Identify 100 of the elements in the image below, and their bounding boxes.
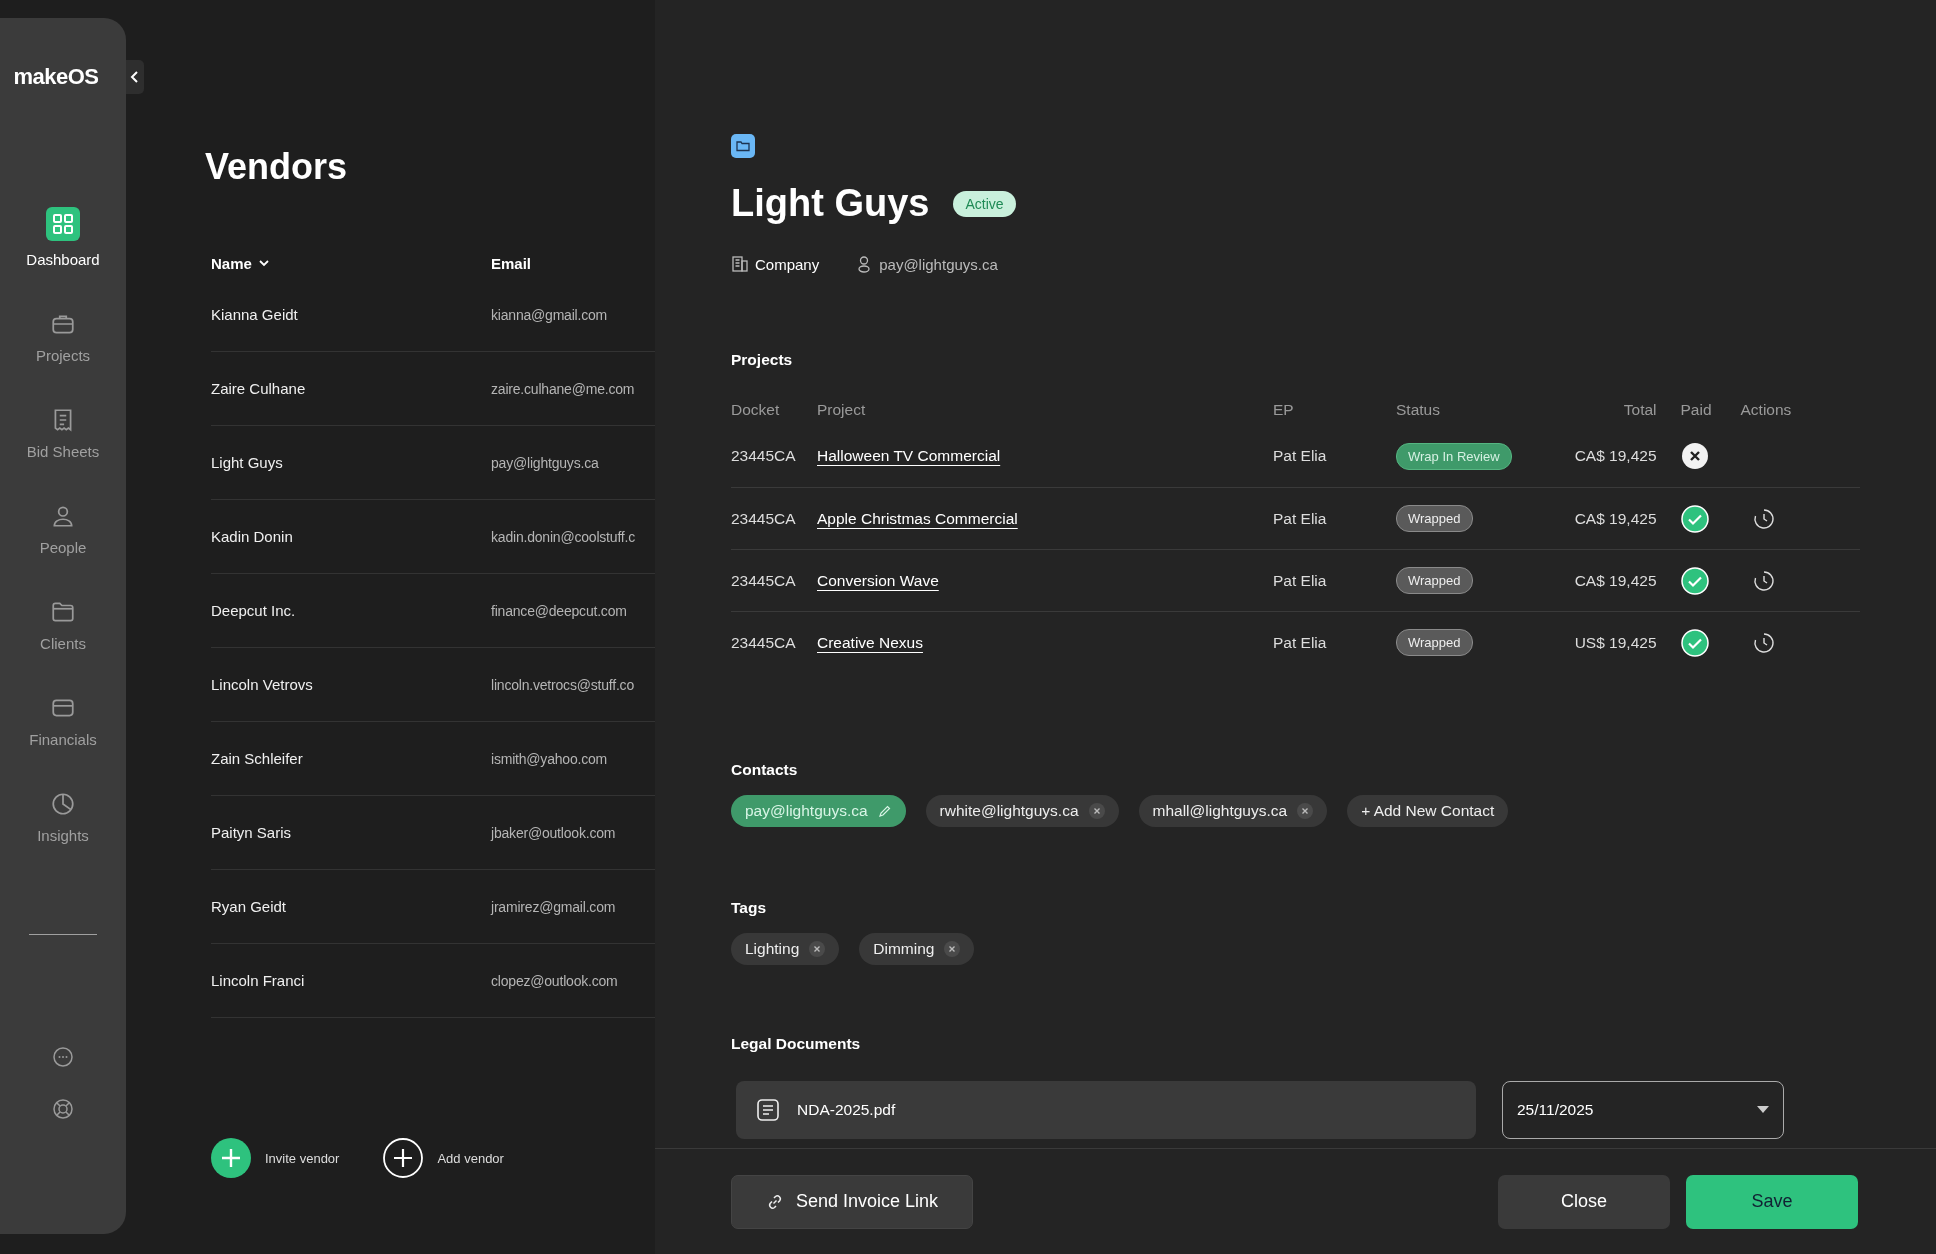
total-cell: CA$ 19,425 <box>1574 509 1657 527</box>
nav-item[interactable]: Projects <box>26 296 100 364</box>
vendor-email: pay@lightguys.ca <box>879 255 998 273</box>
brand-logo: makeOS <box>13 64 99 90</box>
close-button[interactable]: Close <box>1498 1174 1670 1229</box>
status-badge: Active <box>953 190 1016 217</box>
vendor-name[interactable]: Kadin Donin <box>211 528 491 545</box>
project-link[interactable]: Apple Christmas Commercial <box>817 509 1018 527</box>
column-header: Status <box>1396 401 1441 420</box>
project-link[interactable]: Conversion Wave <box>817 571 939 589</box>
docket-cell: 23445CA <box>731 633 796 651</box>
send-invoice-link-button[interactable]: Send Invoice Link <box>731 1174 974 1229</box>
grid-icon <box>46 207 80 241</box>
pencil-icon[interactable] <box>877 804 892 818</box>
vendor-name[interactable]: Lincoln Vetrovs <box>211 676 491 693</box>
project-link[interactable]: Halloween TV Commercial <box>817 447 1001 464</box>
vendor-email: clopez@outlook.com <box>491 972 618 989</box>
save-button[interactable]: Save <box>1686 1174 1858 1229</box>
nav-item[interactable]: Insights <box>26 776 100 844</box>
invite-vendor-button[interactable]: Invite vendor <box>211 1138 340 1178</box>
vendor-name[interactable]: Zaire Culhane <box>211 380 491 397</box>
clock-icon[interactable] <box>1752 507 1775 530</box>
add-contact-button[interactable]: + Add New Contact <box>1347 795 1509 827</box>
nav-item[interactable]: People <box>26 488 100 556</box>
link-icon <box>766 1192 784 1211</box>
vendor-name[interactable]: Kianna Geidt <box>211 306 491 323</box>
docket-cell: 23445CA <box>731 571 796 589</box>
contact-chip[interactable]: mhall@lightguys.ca <box>1138 795 1328 827</box>
building-icon <box>731 255 749 273</box>
lifebuoy-icon[interactable] <box>51 1097 75 1121</box>
docket-cell: 23445CA <box>731 447 796 464</box>
vendor-email: finance@deepcut.com <box>491 602 627 619</box>
document-field[interactable]: NDA-2025.pdf <box>736 1081 1476 1139</box>
vendor-email: zaire.culhane@me.com <box>491 380 635 397</box>
remove-icon[interactable] <box>809 941 826 957</box>
ep-cell: Pat Elia <box>1273 447 1327 464</box>
ep-cell: Pat Elia <box>1273 571 1327 589</box>
vendor-name[interactable]: Ryan Geidt <box>211 898 491 915</box>
column-header: Total <box>1511 401 1681 425</box>
collapse-button[interactable] <box>126 60 144 94</box>
column-header: Paid <box>1680 401 1741 425</box>
vendor-email: kianna@gmail.com <box>491 306 608 323</box>
vendor-email: lincoln.vetrocs@stuff.co <box>491 676 634 693</box>
total-cell: CA$ 19,425 <box>1574 571 1657 589</box>
vendor-name[interactable]: Zain Schleifer <box>211 750 491 767</box>
chat-icon[interactable] <box>51 1045 75 1069</box>
nav-item[interactable]: Financials <box>26 680 100 748</box>
vendor-email: jramirez@gmail.com <box>491 898 616 915</box>
column-header[interactable]: Email <box>491 254 532 272</box>
pie-chart-icon <box>50 791 76 817</box>
vendor-name[interactable]: Paityn Saris <box>211 824 491 841</box>
nav-item[interactable]: Bid Sheets <box>26 392 100 460</box>
add-vendor-button[interactable]: Add vendor <box>383 1138 504 1178</box>
chevron-down-icon <box>257 257 270 269</box>
plus-circle-icon <box>383 1138 424 1178</box>
document-icon <box>755 1097 781 1123</box>
section-heading: Legal Documents <box>731 1035 862 1053</box>
column-header: Docket <box>731 401 781 420</box>
docket-cell: 23445CA <box>731 509 796 527</box>
clock-icon[interactable] <box>1752 569 1775 592</box>
vendor-email: ismith@yahoo.com <box>491 750 608 767</box>
section-heading: Contacts <box>731 761 799 779</box>
clock-icon[interactable] <box>1752 631 1775 654</box>
total-cell: US$ 19,425 <box>1574 633 1657 651</box>
page-title: Vendors <box>205 146 349 188</box>
vendor-name[interactable]: Light Guys <box>211 454 491 471</box>
tag-chip[interactable]: Lighting <box>731 933 840 965</box>
tag-chip[interactable]: Dimming <box>859 933 975 965</box>
ep-cell: Pat Elia <box>1273 633 1327 651</box>
remove-icon[interactable] <box>1297 803 1314 819</box>
section-heading: Projects <box>731 351 794 369</box>
vendor-name[interactable]: Lincoln Franci <box>211 972 491 989</box>
date-select[interactable]: 25/11/2025 <box>1502 1081 1784 1139</box>
folder-icon <box>731 134 755 158</box>
remove-icon[interactable] <box>944 941 961 957</box>
ep-cell: Pat Elia <box>1273 509 1327 527</box>
vendor-email: kadin.donin@coolstuff.c <box>491 528 635 545</box>
total-cell: CA$ 19,425 <box>1574 447 1657 464</box>
section-heading: Tags <box>731 899 768 917</box>
vendor-email: jbaker@outlook.com <box>491 824 616 841</box>
remove-icon[interactable] <box>1088 803 1105 819</box>
plus-circle-icon <box>211 1138 251 1178</box>
folder-icon <box>50 599 76 625</box>
status-badge: Wrapped <box>1396 567 1473 594</box>
column-header: Actions <box>1740 401 1793 420</box>
status-badge: Wrapped <box>1396 629 1473 656</box>
vendor-title: Light Guys <box>731 182 930 225</box>
status-badge: Wrapped <box>1396 505 1473 532</box>
status-badge: Wrap In Review <box>1396 442 1512 470</box>
column-header: EP <box>1273 401 1396 425</box>
project-link[interactable]: Creative Nexus <box>817 633 923 651</box>
vendor-name[interactable]: Deepcut Inc. <box>211 602 491 619</box>
nav-item[interactable]: Clients <box>26 584 100 652</box>
caret-down-icon <box>1757 1106 1769 1114</box>
contact-chip[interactable]: rwhite@lightguys.ca <box>925 795 1119 827</box>
column-header[interactable]: Name <box>211 254 491 272</box>
vendor-type: Company <box>755 255 820 273</box>
nav-item[interactable]: Dashboard <box>26 200 100 268</box>
column-header: Project <box>817 401 867 420</box>
vendor-email: pay@lightguys.ca <box>491 454 599 471</box>
